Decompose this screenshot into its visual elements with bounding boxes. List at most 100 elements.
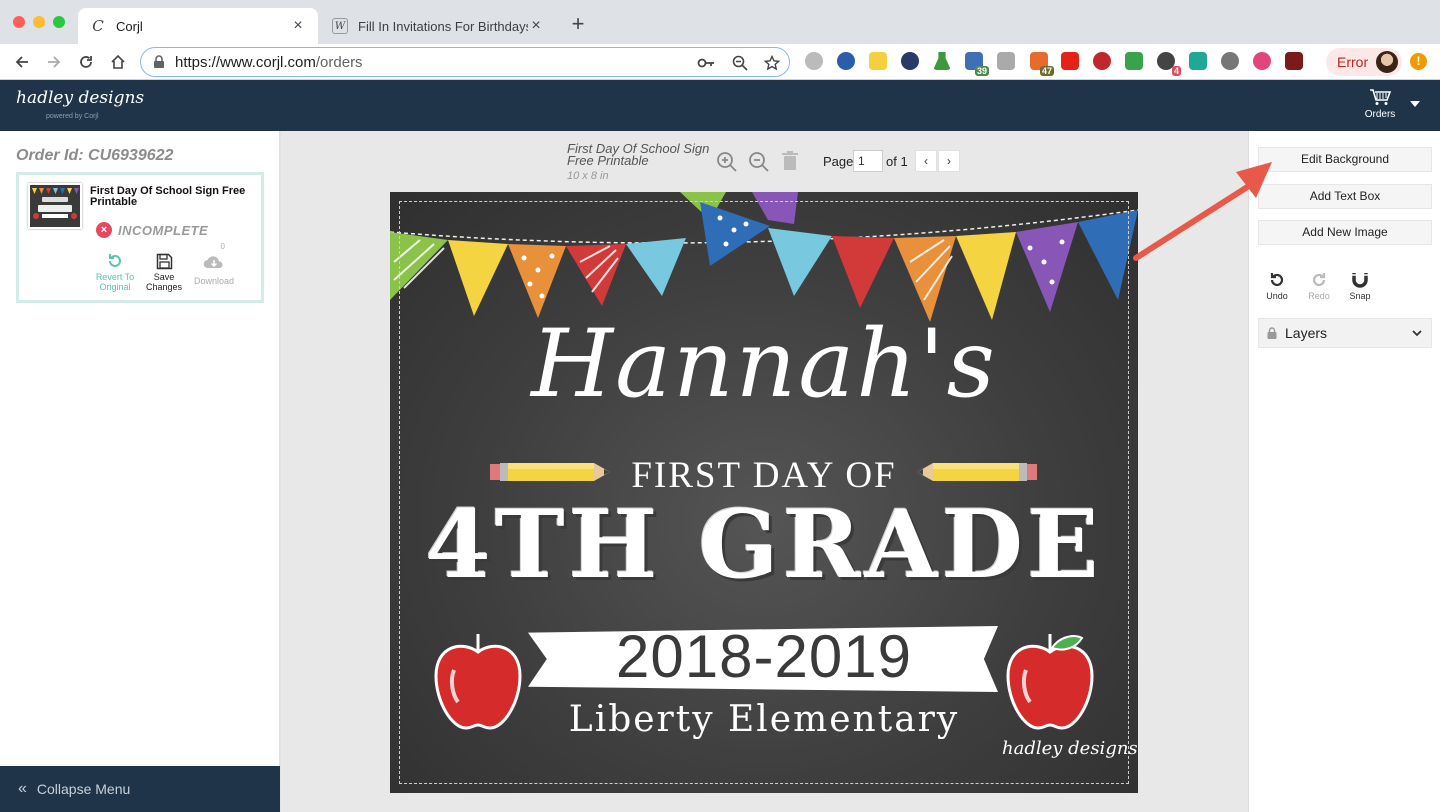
close-tab-icon[interactable]: × [528, 17, 544, 34]
browser-tab-invitations[interactable]: W Fill In Invitations For Birthdays, W × [320, 8, 556, 44]
tab-title: Fill In Invitations For Birthdays, W [358, 18, 528, 34]
extension-gear-icon[interactable] [837, 52, 855, 70]
browser-toolbar: https://www.corjl.com/orders 39 47 4 Err… [0, 44, 1440, 80]
previous-page-button[interactable]: ‹ [915, 150, 937, 172]
zoom-in-button[interactable] [716, 151, 738, 173]
chevron-down-icon[interactable] [1410, 101, 1420, 107]
redo-button[interactable]: Redo [1299, 269, 1339, 301]
zoom-in-icon [717, 152, 737, 172]
extension-shirt-icon[interactable] [1189, 52, 1207, 70]
order-item-card[interactable]: First Day Of School Sign Free Printable … [16, 172, 264, 303]
zoom-icon[interactable] [731, 54, 749, 72]
chevron-right-icon: › [947, 154, 951, 168]
extension-flask-icon[interactable] [933, 52, 951, 70]
brand-logo[interactable]: hadley designs [16, 88, 144, 108]
save-label: Save Changes [145, 272, 183, 292]
update-warning-icon[interactable]: ! [1410, 53, 1427, 70]
add-new-image-button[interactable]: Add New Image [1258, 220, 1432, 245]
add-text-box-button[interactable]: Add Text Box [1258, 184, 1432, 209]
extension-eye-icon[interactable] [901, 52, 919, 70]
forward-button[interactable] [42, 50, 66, 74]
url-host: https://www.corjl.com [175, 53, 316, 71]
key-icon[interactable] [697, 54, 715, 72]
home-button[interactable] [106, 50, 130, 74]
revert-icon [109, 254, 121, 267]
edit-background-button[interactable]: Edit Background [1258, 147, 1432, 172]
pencil-right-image [917, 463, 1037, 481]
extension-rocket-icon[interactable]: 47 [1030, 52, 1054, 76]
revert-to-original-button[interactable]: Revert To Original [90, 248, 140, 292]
design-name-text[interactable]: Hannah's [390, 310, 1138, 420]
design-grade-text[interactable]: 4TH GRADE [390, 490, 1138, 600]
app-header: hadley designs powered by Corjl Orders [0, 80, 1440, 131]
save-changes-button[interactable]: Save Changes [139, 248, 189, 292]
order-id: Order Id: CU6939622 [16, 147, 174, 164]
orders-button[interactable]: Orders [1360, 88, 1400, 124]
download-label: Download [193, 276, 235, 286]
double-chevron-left-icon: « [18, 780, 27, 797]
tab-title: Corjl [116, 18, 143, 34]
redo-label: Redo [1308, 291, 1330, 301]
address-bar[interactable]: https://www.corjl.com/orders [140, 47, 790, 77]
extension-shopify-icon[interactable] [1125, 52, 1143, 70]
extension-download-icon[interactable] [1285, 52, 1303, 70]
page-total: of 1 [886, 154, 908, 169]
browser-tab-corjl[interactable]: C Corjl × [78, 8, 318, 44]
cloud-download-icon [203, 256, 223, 269]
new-tab-button[interactable]: + [568, 13, 588, 35]
design-canvas[interactable]: Hannah's FIRST DAY OF 4TH GRADE 2018-201… [390, 192, 1138, 793]
avatar [1376, 51, 1398, 73]
collapse-menu-label: Collapse Menu [36, 781, 131, 797]
profile-error-label: Error [1337, 54, 1369, 70]
delete-button[interactable] [781, 151, 803, 173]
profile-error-chip[interactable]: Error [1326, 48, 1402, 76]
extension-badge: 39 [974, 66, 989, 76]
layers-label: Layers [1285, 325, 1328, 341]
status-label: INCOMPLETE [118, 222, 209, 238]
lock-icon [1267, 327, 1277, 339]
extension-vpn-icon[interactable] [805, 52, 823, 70]
layers-accordion[interactable]: Layers [1258, 318, 1432, 348]
extension-youtube-icon[interactable] [1061, 52, 1079, 70]
maximize-window-button[interactable] [53, 16, 65, 28]
collapse-menu-button[interactable]: « Collapse Menu [0, 766, 280, 812]
design-thumbnail[interactable] [28, 183, 82, 229]
close-circle-icon: × [96, 222, 112, 238]
extension-target-icon[interactable]: 4 [1157, 52, 1181, 76]
snap-button[interactable]: Snap [1340, 269, 1380, 301]
editor-canvas-area: First Day Of School Sign Free Printable … [281, 131, 1248, 812]
next-page-button[interactable]: › [938, 150, 960, 172]
extension-ladybug-icon[interactable] [1093, 52, 1111, 70]
undo-icon [1270, 273, 1284, 287]
site-favicon-icon: W [332, 18, 348, 34]
snap-label: Snap [1349, 291, 1371, 301]
trash-icon [782, 151, 798, 170]
extension-code-icon[interactable]: 39 [965, 52, 989, 76]
revert-label: Revert To Original [95, 272, 135, 292]
page-number-input[interactable] [853, 150, 883, 172]
close-window-button[interactable] [13, 16, 25, 28]
back-button[interactable] [10, 50, 34, 74]
extension-robot-icon[interactable] [1221, 52, 1239, 70]
zoom-out-button[interactable] [748, 151, 770, 173]
minimize-window-button[interactable] [33, 16, 45, 28]
reload-icon [80, 56, 92, 68]
reload-button[interactable] [74, 50, 98, 74]
close-tab-icon[interactable]: × [290, 17, 306, 34]
orders-label: Orders [1364, 109, 1396, 120]
back-arrow-icon [15, 56, 28, 68]
chevron-left-icon: ‹ [924, 154, 928, 168]
zoom-out-icon [749, 152, 769, 172]
extension-k-icon[interactable] [997, 52, 1015, 70]
undo-button[interactable]: Undo [1257, 269, 1297, 301]
extension-badge: 47 [1039, 66, 1054, 76]
bookmark-star-icon[interactable] [763, 54, 781, 72]
lock-icon [154, 55, 164, 68]
page-label: Page [823, 154, 854, 169]
extension-js-icon[interactable] [869, 52, 887, 70]
redo-icon [1312, 273, 1326, 287]
browser-tab-strip: C Corjl × W Fill In Invitations For Birt… [0, 0, 1440, 44]
extension-heart-icon[interactable] [1253, 52, 1271, 70]
apple-left-image [434, 634, 522, 730]
download-button[interactable]: 0 Download [189, 242, 239, 286]
